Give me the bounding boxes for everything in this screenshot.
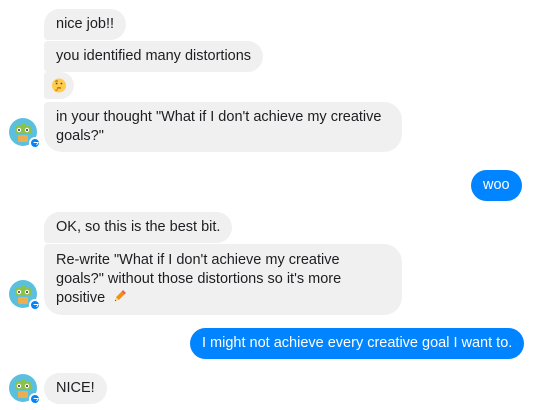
- message-bubble-incoming[interactable]: nice job!!: [44, 9, 127, 40]
- message-bubble-incoming[interactable]: OK, so this is the best bit.: [44, 212, 233, 243]
- message-bubble-incoming[interactable]: in your thought "What if I don't achieve…: [44, 102, 402, 152]
- emoji-message-bubble[interactable]: [44, 72, 74, 99]
- message-bubble-incoming[interactable]: NICE!: [44, 373, 107, 404]
- bot-avatar[interactable]: [9, 118, 41, 149]
- message-bubble-outgoing[interactable]: I might not achieve every creative goal …: [190, 328, 525, 359]
- bot-avatar[interactable]: [9, 280, 41, 311]
- thinking-face-icon: [52, 78, 66, 93]
- message-bubble-outgoing[interactable]: woo: [471, 170, 522, 201]
- message-bubble-incoming[interactable]: you identified many distortions: [44, 41, 264, 72]
- message-bubble-incoming[interactable]: Re-write "What if I don't achieve my cre…: [44, 244, 402, 315]
- chat-thread: nice job!! you identified many distortio…: [0, 0, 539, 410]
- messenger-badge-icon: [29, 299, 41, 311]
- messenger-badge-icon: [29, 137, 41, 149]
- messenger-badge-icon: [29, 393, 41, 405]
- pencil-icon: [115, 290, 127, 302]
- bot-avatar[interactable]: [9, 374, 41, 405]
- message-text: Re-write "What if I don't achieve my cre…: [56, 252, 342, 306]
